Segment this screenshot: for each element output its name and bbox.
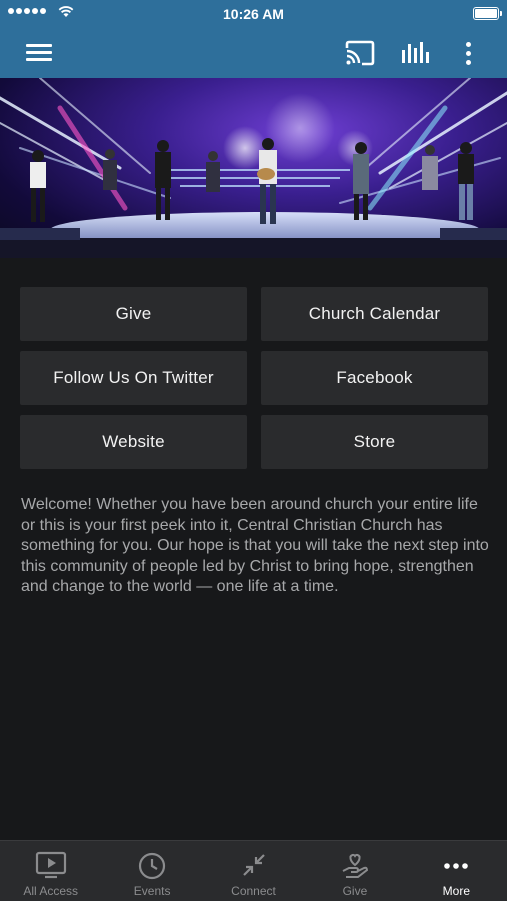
tv-play-icon (35, 851, 66, 879)
status-time: 10:26 AM (223, 6, 284, 22)
tab-label: Give (342, 884, 368, 898)
link-buttons-grid: Give Church Calendar Follow Us On Twitte… (20, 287, 488, 469)
tab-label: All Access (23, 884, 79, 898)
status-bar: 10:26 AM (0, 0, 507, 28)
horizontal-dots-icon (444, 863, 469, 869)
follow-twitter-button[interactable]: Follow Us On Twitter (20, 351, 247, 405)
vertical-dots-icon[interactable] (456, 39, 480, 67)
audio-bars-icon[interactable] (400, 40, 430, 66)
cast-icon[interactable] (344, 40, 376, 66)
tab-all-access[interactable]: All Access (0, 841, 101, 901)
tab-events[interactable]: Events (101, 841, 202, 901)
tab-give[interactable]: Give (304, 841, 405, 901)
tab-label: Connect (231, 884, 276, 898)
website-button[interactable]: Website (20, 415, 247, 469)
hero-image (0, 78, 507, 258)
tab-connect[interactable]: Connect (203, 841, 304, 901)
give-button[interactable]: Give (20, 287, 247, 341)
tab-more[interactable]: More (406, 841, 507, 901)
store-button[interactable]: Store (261, 415, 488, 469)
church-calendar-button[interactable]: Church Calendar (261, 287, 488, 341)
tab-label: Events (133, 884, 171, 898)
tab-bar: All Access Events Connect Give More (0, 840, 507, 901)
clock-icon (139, 852, 166, 880)
battery-icon (473, 7, 502, 20)
welcome-text: Welcome! Whether you have been around ch… (21, 496, 489, 595)
app-bar (0, 28, 507, 78)
hamburger-menu-icon[interactable] (22, 40, 56, 66)
heart-hand-icon (342, 853, 368, 878)
worship-stage-photo (0, 78, 507, 258)
tab-label: More (442, 884, 470, 898)
facebook-button[interactable]: Facebook (261, 351, 488, 405)
arrows-inward-icon (242, 854, 265, 876)
